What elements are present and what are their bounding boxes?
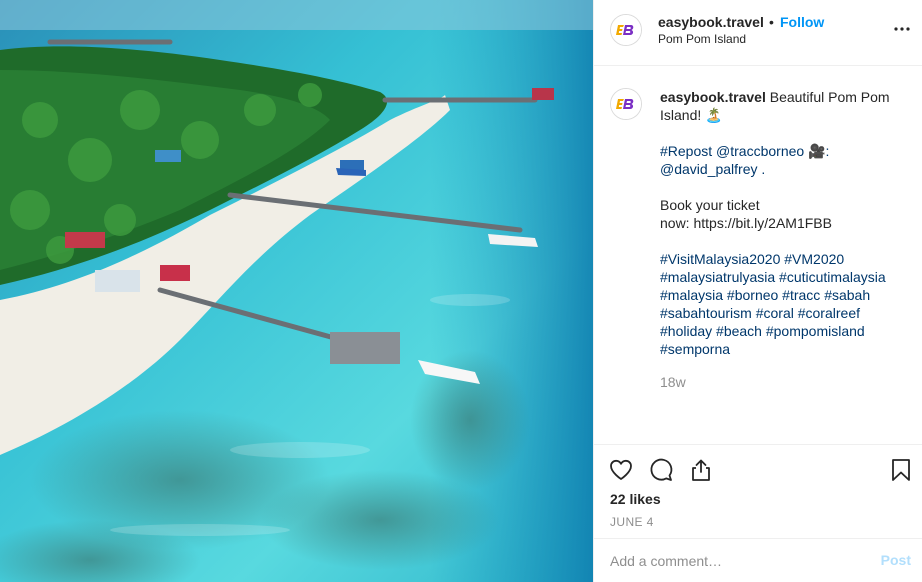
repost-credit[interactable]: @david_palfrey . bbox=[660, 160, 910, 178]
likes-count[interactable]: 22 likes bbox=[610, 491, 661, 507]
hashtag-line[interactable]: #malaysiatrulyasia #cuticutimalaysia bbox=[660, 268, 910, 286]
post-date: JUNE 4 bbox=[610, 515, 654, 529]
header-separator: • bbox=[769, 14, 774, 30]
comment-input[interactable] bbox=[610, 551, 860, 571]
post-photo[interactable] bbox=[0, 0, 593, 582]
post-side-panel: easybook.travel • Follow Pom Pom Island bbox=[593, 0, 922, 582]
post-caption: easybook.travel Beautiful Pom Pom Island… bbox=[594, 66, 922, 444]
caption-text: easybook.travel Beautiful Pom Pom Island… bbox=[660, 88, 910, 358]
island-aerial-image bbox=[0, 0, 593, 582]
post-header: easybook.travel • Follow Pom Pom Island bbox=[594, 0, 922, 66]
account-avatar[interactable] bbox=[610, 14, 642, 46]
ticket-line-1: Book your ticket bbox=[660, 197, 760, 213]
location-link[interactable]: Pom Pom Island bbox=[658, 32, 746, 46]
post-actions: 22 likes JUNE 4 bbox=[594, 444, 922, 538]
caption-username[interactable]: easybook.travel bbox=[660, 89, 766, 105]
caption-age[interactable]: 18w bbox=[660, 374, 686, 390]
instagram-post: easybook.travel • Follow Pom Pom Island bbox=[0, 0, 922, 582]
share-icon[interactable] bbox=[688, 457, 714, 483]
hashtag-line[interactable]: #semporna bbox=[660, 340, 910, 358]
post-comment-button[interactable]: Post bbox=[881, 552, 911, 568]
follow-button[interactable]: Follow bbox=[780, 14, 824, 30]
easybook-logo-icon bbox=[611, 89, 641, 119]
repost-line[interactable]: #Repost @traccborneo 🎥: bbox=[660, 142, 910, 160]
more-options-icon[interactable] bbox=[893, 20, 911, 38]
hashtag-line[interactable]: #VisitMalaysia2020 #VM2020 bbox=[660, 250, 910, 268]
caption-avatar[interactable] bbox=[610, 88, 642, 120]
hashtag-line[interactable]: #sabahtourism #coral #coralreef bbox=[660, 304, 910, 322]
easybook-logo-icon bbox=[611, 15, 641, 45]
bookmark-icon[interactable] bbox=[888, 457, 914, 483]
caption-line-1: Beautiful Pom Pom bbox=[769, 89, 890, 105]
comment-icon[interactable] bbox=[648, 457, 674, 483]
comment-bar: Post bbox=[594, 538, 922, 582]
hashtag-line[interactable]: #holiday #beach #pompomisland bbox=[660, 322, 910, 340]
account-username[interactable]: easybook.travel bbox=[658, 14, 764, 30]
hashtag-line[interactable]: #malaysia #borneo #tracc #sabah bbox=[660, 286, 910, 304]
heart-icon[interactable] bbox=[608, 457, 634, 483]
ticket-line-2: now: https://bit.ly/2AM1FBB bbox=[660, 215, 832, 231]
caption-line-2: Island! 🏝️ bbox=[660, 107, 723, 123]
